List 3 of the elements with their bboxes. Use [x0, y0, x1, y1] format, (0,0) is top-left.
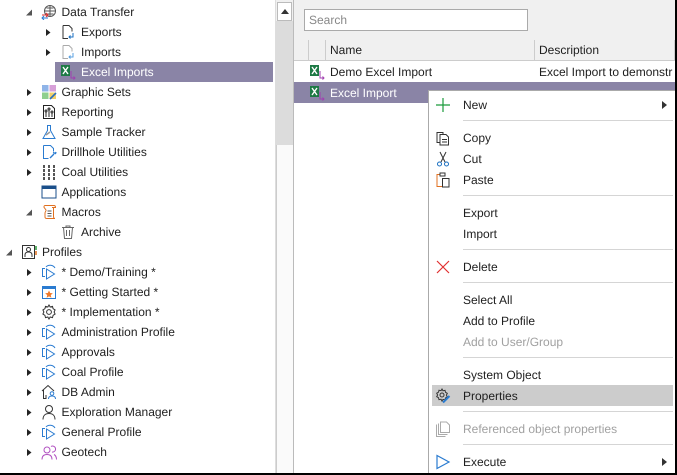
table-cell: Demo Excel Import	[330, 64, 432, 78]
table-cell: Excel Import to demonstr	[539, 64, 672, 78]
table-cell: Excel Import	[330, 86, 397, 100]
